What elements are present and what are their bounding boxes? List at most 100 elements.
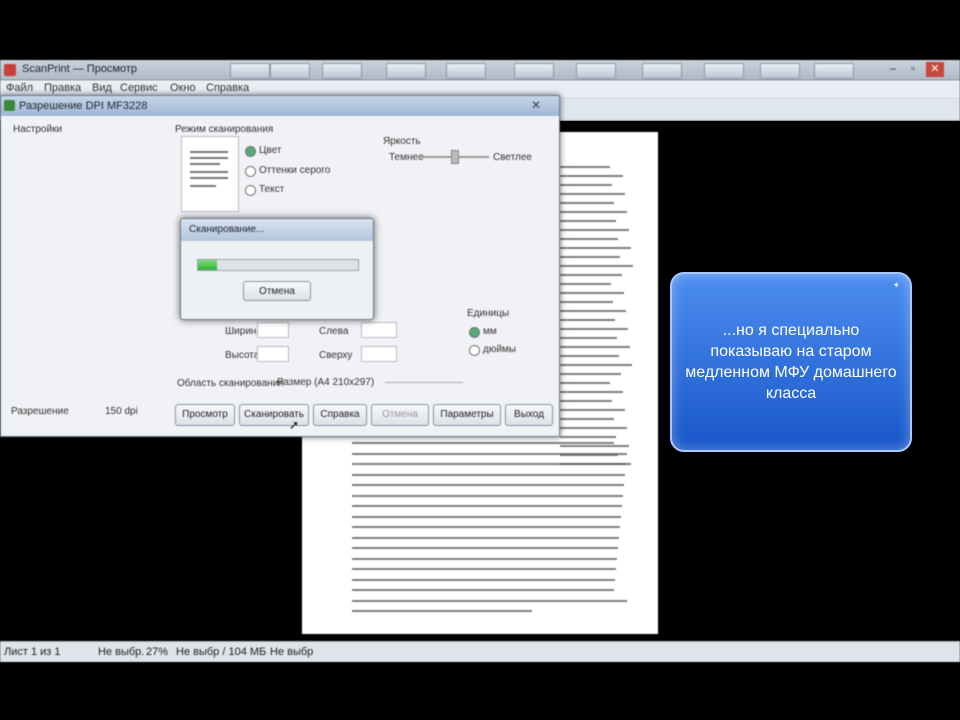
text-line [560, 220, 616, 222]
menu-item[interactable]: Справка [206, 82, 249, 94]
text-line [352, 557, 617, 560]
taskbar-button[interactable] [814, 63, 854, 79]
mode-radio[interactable] [245, 146, 256, 157]
text-line [352, 505, 622, 507]
help-button[interactable]: Справка [313, 404, 367, 426]
progress-dialog: Сканирование... Отмена [180, 218, 374, 320]
text-line [560, 418, 614, 420]
exit-button[interactable]: Выход [505, 404, 553, 426]
text-line [560, 229, 629, 231]
progress-title-bar: Сканирование... [181, 219, 373, 241]
top-label: Сверху [319, 350, 353, 361]
app-title-bar: ScanPrint — Просмотр – ▫ ✕ [0, 60, 960, 80]
taskbar-button[interactable] [230, 63, 270, 79]
page-thumbnail [181, 136, 239, 212]
caption-bubble: ✦ ...но я специально показываю на старом… [670, 272, 912, 452]
text-line [560, 238, 618, 240]
text-line [352, 463, 626, 465]
mode-option: Цвет [259, 145, 282, 156]
progress-bar [197, 259, 359, 271]
area-label: Область сканирования [177, 378, 284, 389]
menu-item[interactable]: Сервис [120, 82, 158, 94]
scanner-icon [4, 100, 15, 111]
text-line [560, 211, 627, 213]
settings-label: Настройки [13, 124, 63, 135]
status-field: Не выбр. [98, 646, 145, 658]
text-line [560, 247, 631, 249]
taskbar-button[interactable] [322, 63, 362, 79]
status-field: Не выбр / 104 МБ [176, 646, 267, 658]
text-line [560, 445, 629, 447]
resolution-value: 150 dpi [105, 406, 138, 417]
app-title: ScanPrint — Просмотр [22, 63, 138, 75]
close-icon[interactable]: ✕ [523, 98, 549, 113]
taskbar-button[interactable] [704, 63, 744, 79]
text-line [560, 274, 622, 276]
text-line [560, 283, 611, 285]
taskbar-button[interactable] [514, 63, 554, 79]
resolution-label: Разрешение [11, 406, 69, 417]
menu-item[interactable]: Окно [170, 82, 196, 94]
text-line [352, 473, 625, 476]
text-line [352, 589, 614, 591]
taskbar-button[interactable] [576, 63, 616, 79]
units-option: дюймы [483, 344, 516, 355]
taskbar-button[interactable] [760, 63, 800, 79]
progress-cancel-button[interactable]: Отмена [243, 281, 311, 301]
slider-thumb[interactable] [451, 150, 459, 164]
taskbar-button[interactable] [642, 63, 682, 79]
menu-item[interactable]: Вид [92, 82, 112, 94]
left-field[interactable] [361, 322, 397, 338]
text-line [560, 382, 610, 384]
top-field[interactable] [361, 346, 397, 362]
cancel-button[interactable]: Отмена [371, 404, 429, 426]
mode-option: Оттенки серого [259, 165, 331, 176]
text-line [352, 610, 532, 612]
text-line [560, 337, 617, 339]
menu-item[interactable]: Файл [6, 82, 33, 94]
units-radio[interactable] [469, 327, 480, 338]
text-line [560, 193, 625, 195]
text-line [352, 452, 627, 455]
status-pages: Лист 1 из 1 [4, 646, 61, 658]
height-field[interactable] [257, 346, 289, 362]
width-field[interactable] [257, 322, 289, 338]
taskbar-button[interactable] [270, 63, 310, 79]
maximize-icon[interactable]: ▫ [904, 62, 922, 77]
options-button[interactable]: Параметры [433, 404, 501, 426]
taskbar-button[interactable] [446, 63, 486, 79]
app-icon [4, 64, 16, 76]
mode-label: Режим сканирования [175, 124, 274, 135]
mode-option: Текст [259, 184, 285, 195]
text-line [560, 292, 624, 294]
text-line [560, 355, 619, 357]
bubble-gear-icon: ✦ [892, 280, 900, 290]
text-line [352, 526, 620, 528]
menu-item[interactable]: Правка [44, 82, 81, 94]
text-line [560, 166, 610, 168]
dialog-title: Разрешение DPI MF3228 [19, 100, 148, 112]
brightness-label: Яркость [383, 136, 421, 147]
taskbar-button[interactable] [386, 63, 426, 79]
text-line [352, 599, 627, 602]
mode-radio[interactable] [245, 185, 256, 196]
status-zoom: 27% [146, 646, 169, 658]
text-line [560, 319, 615, 321]
text-line [560, 346, 630, 348]
preview-button[interactable]: Просмотр [175, 404, 235, 426]
close-icon[interactable]: ✕ [926, 62, 944, 77]
text-line [352, 536, 619, 539]
text-line [352, 568, 616, 570]
height-label: Высота [225, 350, 260, 361]
mode-radio[interactable] [245, 166, 256, 177]
text-line [560, 436, 616, 438]
progress-title: Сканирование... [189, 224, 265, 235]
units-radio[interactable] [469, 345, 480, 356]
text-line [560, 202, 614, 204]
progress-fill [198, 260, 218, 270]
status-field: Не выбр [270, 646, 314, 658]
mouse-cursor-icon: ➚ [289, 418, 300, 432]
minimize-icon[interactable]: – [884, 62, 902, 77]
brightness-high: Светлее [493, 152, 532, 163]
text-line [560, 409, 625, 411]
